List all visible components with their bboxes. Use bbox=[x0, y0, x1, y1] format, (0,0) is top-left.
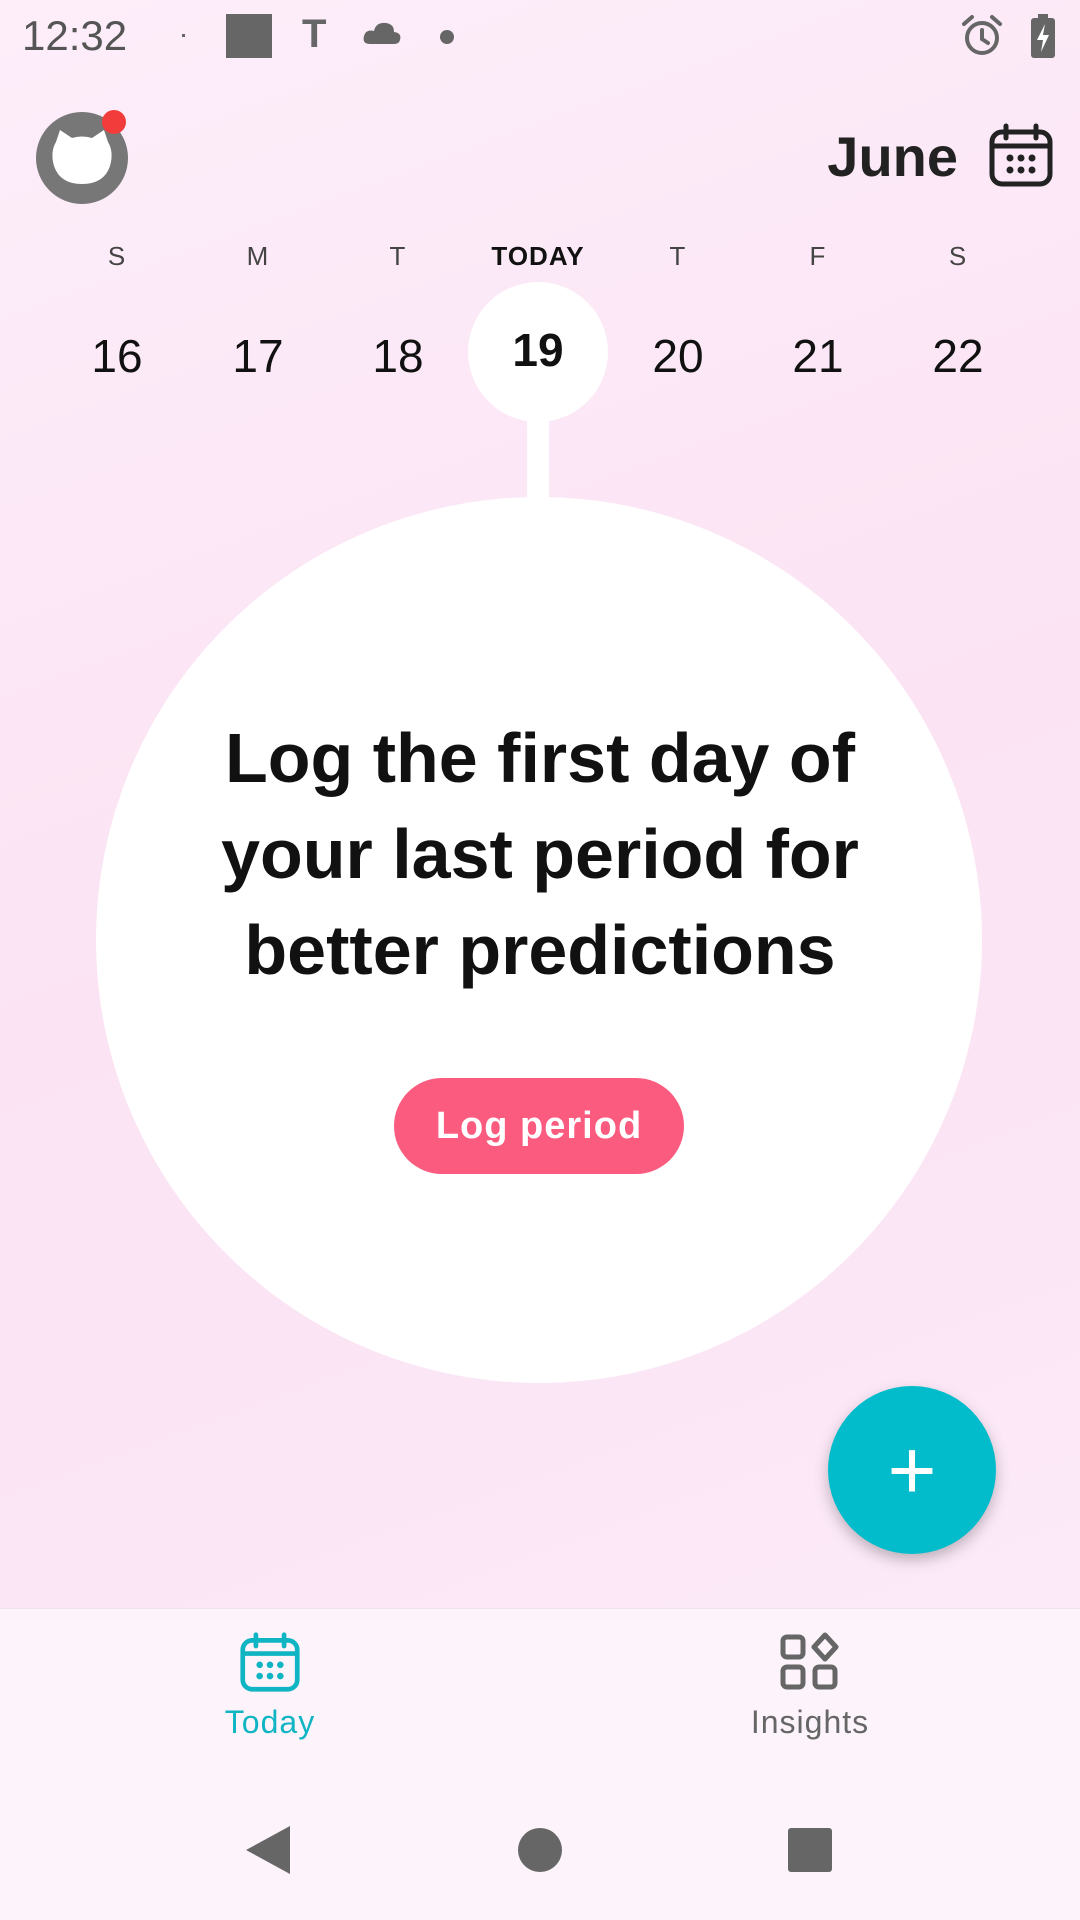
system-nav bbox=[0, 1772, 1080, 1920]
nav-today-label: Today bbox=[224, 1704, 316, 1740]
day-label: M bbox=[246, 241, 270, 271]
bottom-nav: Today Insights bbox=[0, 1608, 1080, 1773]
day-tue[interactable]: T 18 bbox=[328, 238, 468, 386]
battery-charging-icon bbox=[1030, 14, 1056, 63]
month-title[interactable]: June bbox=[827, 124, 958, 189]
day-sat[interactable]: S 22 bbox=[888, 238, 1028, 386]
day-sun[interactable]: S 16 bbox=[47, 238, 187, 386]
nav-insights-label: Insights bbox=[750, 1704, 870, 1740]
notification-badge bbox=[102, 110, 126, 134]
day-today[interactable]: TODAY bbox=[468, 238, 608, 278]
alarm-icon bbox=[960, 14, 1004, 63]
grid-icon bbox=[780, 1632, 839, 1690]
day-fri[interactable]: F 21 bbox=[748, 238, 888, 386]
day-label: F bbox=[809, 241, 827, 271]
day-mon[interactable]: M 17 bbox=[188, 238, 328, 386]
day-number: 22 bbox=[932, 330, 984, 382]
day-label: T bbox=[389, 241, 407, 271]
day-number: 18 bbox=[372, 330, 424, 382]
today-label: TODAY bbox=[491, 241, 585, 271]
day-number: 16 bbox=[91, 330, 143, 382]
log-period-button[interactable]: Log period bbox=[394, 1078, 684, 1174]
plus-icon: + bbox=[887, 1423, 937, 1517]
day-number: 21 bbox=[792, 330, 844, 382]
calendar-icon[interactable] bbox=[988, 122, 1054, 188]
nav-today[interactable]: Today bbox=[140, 1631, 400, 1741]
home-icon[interactable] bbox=[518, 1828, 562, 1872]
today-number[interactable]: 19 bbox=[468, 320, 608, 380]
day-thu[interactable]: T 20 bbox=[608, 238, 748, 386]
log-prompt-text: Log the first day of your last period fo… bbox=[221, 719, 859, 989]
nav-insights[interactable]: Insights bbox=[680, 1631, 940, 1741]
calendar-icon bbox=[240, 1632, 300, 1692]
day-number: 20 bbox=[652, 330, 704, 382]
status-time: 12:32 bbox=[22, 12, 128, 59]
add-button[interactable]: + bbox=[828, 1386, 996, 1554]
day-label: T bbox=[669, 241, 687, 271]
day-label: S bbox=[948, 241, 968, 271]
back-icon[interactable] bbox=[244, 1824, 292, 1881]
status-bar: 12:32 T bbox=[0, 0, 1080, 72]
dot-icon bbox=[440, 30, 454, 44]
tiny-dot-icon bbox=[182, 34, 185, 37]
t-icon: T bbox=[302, 12, 327, 56]
cloud-icon bbox=[362, 20, 402, 51]
screen-record-icon bbox=[226, 14, 272, 58]
day-label: S bbox=[107, 241, 127, 271]
day-number: 17 bbox=[232, 330, 284, 382]
recents-icon[interactable] bbox=[788, 1828, 832, 1872]
